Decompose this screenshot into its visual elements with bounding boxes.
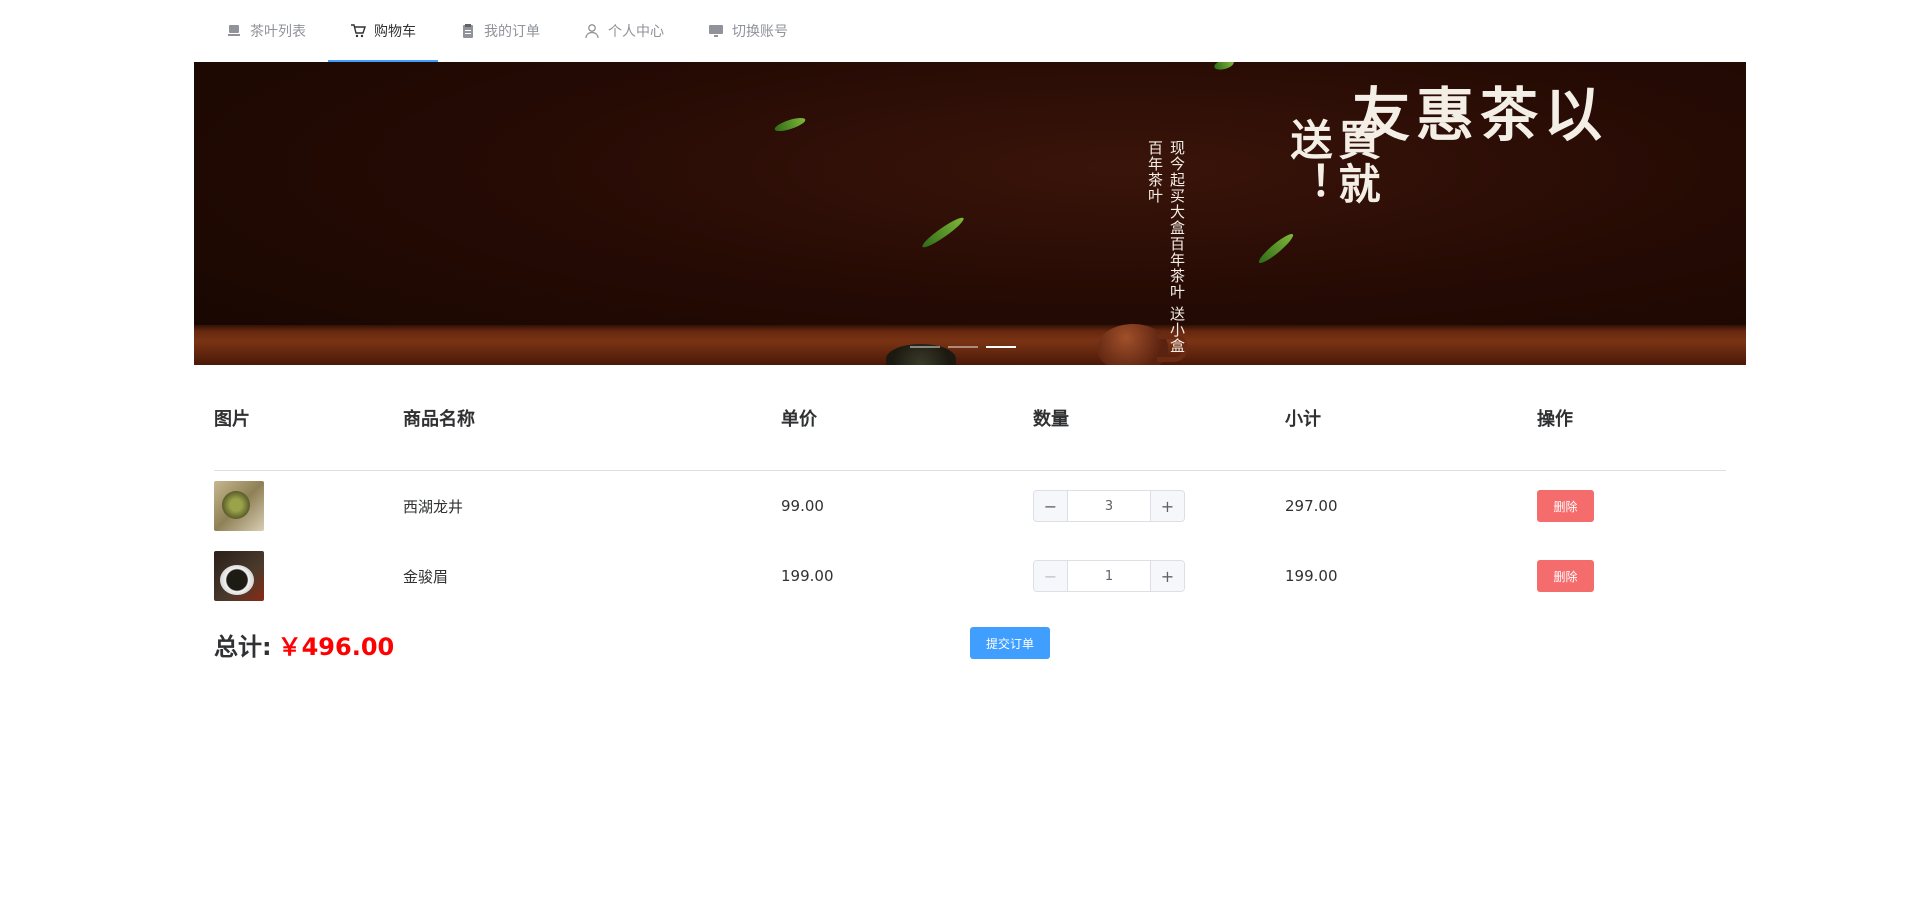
nav-item-switch-account[interactable]: 切换账号 [686, 0, 810, 62]
carousel-indicator-2[interactable] [948, 346, 978, 348]
action-cell: 删除 [1537, 471, 1594, 541]
nav-item-label: 个人中心 [608, 24, 664, 40]
total-label: 总计: [214, 633, 272, 661]
quantity-input[interactable] [1068, 491, 1150, 521]
nav-item-profile[interactable]: 个人中心 [562, 0, 686, 62]
cart-total: 总计: ￥496.00 [214, 627, 394, 662]
nav-item-label: 切换账号 [732, 24, 788, 40]
submit-order-button[interactable]: 提交订单 [970, 627, 1050, 659]
header-price: 单价 [781, 409, 817, 430]
image-cell [214, 471, 264, 541]
header-name: 商品名称 [403, 409, 475, 430]
quantity-cell: − + [1033, 541, 1185, 611]
cart-table: 图片 商品名称 单价 数量 小计 操作 西湖龙井 99.00 − + 297.0… [214, 365, 1726, 671]
header-quantity: 数量 [1033, 409, 1069, 430]
leaf-decoration [1213, 62, 1235, 72]
nav-item-my-orders[interactable]: 我的订单 [438, 0, 562, 62]
total-amount: ￥496.00 [277, 633, 395, 661]
tea-list-icon [226, 23, 242, 39]
increase-button[interactable]: + [1150, 491, 1184, 521]
banner-slogan-line-2: 買就送！ [1284, 118, 1381, 206]
nav-item-tea-list[interactable]: 茶叶列表 [204, 0, 328, 62]
nav-item-cart[interactable]: 购物车 [328, 0, 438, 62]
nav-item-label: 购物车 [374, 24, 416, 40]
carousel-indicator-1[interactable] [910, 346, 940, 348]
quantity-input[interactable] [1068, 561, 1150, 591]
decrease-button[interactable]: − [1034, 491, 1068, 521]
header-action: 操作 [1537, 409, 1573, 430]
product-image[interactable] [214, 551, 264, 601]
table-row: 金骏眉 199.00 − + 199.00 删除 [214, 541, 1726, 611]
cart-table-header: 图片 商品名称 单价 数量 小计 操作 [214, 365, 1726, 471]
promo-banner-carousel[interactable]: 现今起买大盒百年茶叶 送小盒百年茶叶 以茶惠友 買就送！ [194, 62, 1746, 365]
product-image[interactable] [214, 481, 264, 531]
leaf-decoration [773, 115, 807, 134]
unit-price: 99.00 [781, 497, 824, 515]
cart-footer: 总计: ￥496.00 提交订单 [214, 611, 1726, 671]
cart-icon [350, 23, 366, 39]
orders-icon [460, 23, 476, 39]
delete-button[interactable]: 删除 [1537, 490, 1594, 522]
header-subtotal: 小计 [1285, 409, 1321, 430]
subtotal: 297.00 [1285, 497, 1338, 515]
increase-button[interactable]: + [1150, 561, 1184, 591]
page-container: 茶叶列表 购物车 我的订单 个人中心 切换账号 现今起买大盒百年茶叶 送小盒百年… [194, 0, 1746, 661]
unit-price: 199.00 [781, 567, 834, 585]
top-nav: 茶叶列表 购物车 我的订单 个人中心 切换账号 [194, 0, 1746, 62]
monitor-icon [708, 23, 724, 39]
decrease-button[interactable]: − [1034, 561, 1068, 591]
image-cell [214, 541, 264, 611]
table-row: 西湖龙井 99.00 − + 297.00 删除 [214, 471, 1726, 541]
user-icon [584, 23, 600, 39]
subtotal: 199.00 [1285, 567, 1338, 585]
carousel-indicators [910, 346, 1016, 348]
leaf-decoration [1256, 230, 1296, 267]
header-image: 图片 [214, 409, 250, 430]
quantity-stepper: − + [1033, 490, 1185, 522]
banner-slogan-line-1: 以茶惠友 [1342, 84, 1602, 144]
product-name: 金骏眉 [403, 567, 449, 586]
delete-button[interactable]: 删除 [1537, 560, 1594, 592]
leaf-decoration [919, 214, 967, 251]
banner-promo-line-1: 现今起买大盒百年茶叶 [1168, 140, 1186, 300]
wood-table-decoration [194, 325, 1746, 365]
nav-item-label: 茶叶列表 [250, 24, 306, 40]
action-cell: 删除 [1537, 541, 1594, 611]
quantity-stepper: − + [1033, 560, 1185, 592]
nav-item-label: 我的订单 [484, 24, 540, 40]
product-name: 西湖龙井 [403, 497, 464, 516]
quantity-cell: − + [1033, 471, 1185, 541]
carousel-indicator-3[interactable] [986, 346, 1016, 348]
banner-promo-text: 现今起买大盒百年茶叶 送小盒百年茶叶 [1144, 140, 1188, 365]
